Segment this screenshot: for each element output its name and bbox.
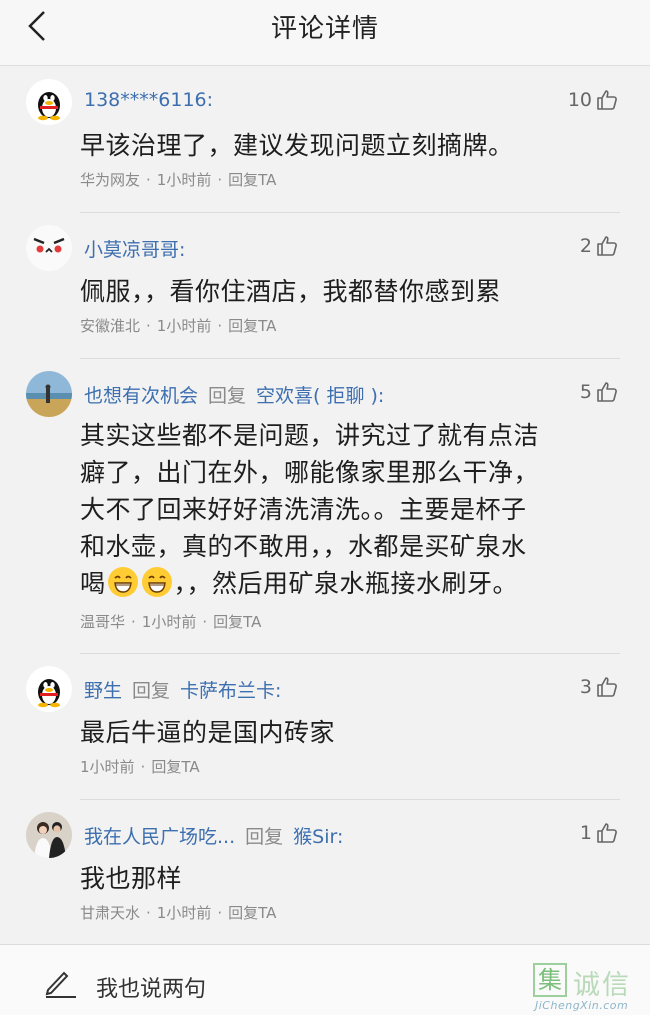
comment-text-line: 癖了，出门在外，哪能像家里那么干净， bbox=[80, 458, 540, 487]
comment-item: 小莫凉哥哥: 2 佩服，，看你住酒店，我都替你感到累 安徽淮北 · 1小时前 · 回复T… bbox=[0, 213, 650, 359]
comment-header: 也想有次机会 回复 空欢喜( 拒聊 ): bbox=[84, 381, 384, 408]
comment-text: 佩服，，看你住酒店，我都替你感到累 bbox=[80, 277, 502, 306]
timestamp: 1小时前 bbox=[156, 904, 212, 922]
like-count: 5 bbox=[579, 381, 592, 403]
reply-ta-link[interactable]: 回复TA bbox=[228, 317, 276, 335]
like-button[interactable]: 2 bbox=[580, 235, 618, 257]
like-button[interactable]: 10 bbox=[568, 89, 618, 111]
watermark-text: 诚信 bbox=[573, 970, 631, 1001]
like-button[interactable]: 1 bbox=[580, 822, 618, 844]
comment-text: 最后牛逼的是国内砖家 bbox=[80, 718, 336, 747]
reply-ta-link[interactable]: 回复TA bbox=[151, 758, 199, 776]
like-count: 3 bbox=[579, 676, 592, 698]
beach-photo-icon bbox=[26, 371, 72, 417]
reply-ta-link[interactable]: 回复TA bbox=[213, 613, 261, 631]
comment-item: 野生 回复 卡萨布兰卡: 3 最后牛逼的是国内砖家 1小时前 · 回复TA bbox=[0, 654, 650, 800]
couple-photo-icon bbox=[26, 812, 72, 858]
bottom-bar: 我也说两句 集 诚信 JiChengXin.com bbox=[0, 944, 650, 1015]
like-button[interactable]: 5 bbox=[580, 381, 618, 403]
page-title: 评论详情 bbox=[270, 14, 379, 44]
reply-ta-link[interactable]: 回复TA bbox=[228, 171, 276, 189]
author-name[interactable]: 我在人民广场吃... bbox=[84, 826, 235, 848]
laughing-emoji-icon bbox=[141, 567, 172, 597]
comment-text: 我也那样 bbox=[80, 864, 183, 893]
reply-target-name[interactable]: 卡萨布兰卡: bbox=[180, 680, 281, 702]
avatar[interactable] bbox=[26, 79, 72, 125]
thumbs-up-icon bbox=[597, 236, 617, 256]
comment-header: 我在人民广场吃... 回复 猴Sir: bbox=[84, 822, 343, 849]
comment-meta: 1小时前 · 回复TA bbox=[80, 758, 200, 776]
comment-meta: 华为网友 · 1小时前 · 回复TA bbox=[80, 171, 277, 189]
site-watermark: 集 诚信 JiChengXin.com bbox=[533, 963, 645, 1013]
reply-label: 回复 bbox=[245, 826, 284, 848]
location: 华为网友 bbox=[80, 171, 141, 189]
like-button[interactable]: 3 bbox=[580, 676, 618, 698]
comment-text: 其实这些都不是问题，讲究过了就有点洁 癖了，出门在外，哪能像家里那么干净， 大不… bbox=[80, 417, 620, 602]
like-count: 10 bbox=[567, 89, 592, 111]
comment-text-line: 其实这些都不是问题，讲究过了就有点洁 bbox=[80, 421, 540, 450]
reply-target-name[interactable]: 猴Sir: bbox=[293, 826, 343, 848]
reply-target-name[interactable]: 空欢喜( 拒聊 ): bbox=[256, 385, 384, 407]
reply-label: 回复 bbox=[132, 680, 171, 702]
watermark-logo: 集 bbox=[533, 963, 567, 997]
comment-header: 138****6116: bbox=[84, 89, 213, 111]
thumbs-up-icon bbox=[597, 90, 617, 110]
author-name[interactable]: 也想有次机会 bbox=[84, 385, 198, 407]
timestamp: 1小时前 bbox=[156, 171, 212, 189]
location: 温哥华 bbox=[80, 613, 126, 631]
timestamp: 1小时前 bbox=[156, 317, 212, 335]
comment-meta: 安徽淮北 · 1小时前 · 回复TA bbox=[80, 317, 277, 335]
watermark-url: JiChengXin.com bbox=[535, 999, 629, 1012]
timestamp: 1小时前 bbox=[80, 758, 135, 776]
comment-text-fragment: ，，然后用矿泉水瓶接水刷牙。 bbox=[173, 569, 519, 598]
pen-icon bbox=[45, 971, 76, 998]
avatar[interactable] bbox=[26, 225, 72, 271]
like-count: 2 bbox=[579, 235, 592, 257]
author-name[interactable]: 野生 bbox=[84, 680, 122, 702]
comment-header: 小莫凉哥哥: bbox=[84, 235, 185, 262]
comment-item: 也想有次机会 回复 空欢喜( 拒聊 ): 5 其实这些都不是问题，讲究过了就有点洁 … bbox=[0, 359, 650, 654]
author-name[interactable]: 138****6116: bbox=[84, 89, 213, 111]
avatar[interactable] bbox=[26, 812, 72, 858]
avatar[interactable] bbox=[26, 371, 72, 417]
comment-text-fragment: 喝 bbox=[80, 569, 106, 598]
thumbs-up-icon bbox=[597, 677, 617, 697]
timestamp: 1小时前 bbox=[141, 613, 197, 631]
comment-input[interactable]: 我也说两句 bbox=[96, 971, 206, 1003]
comment-item: 我在人民广场吃... 回复 猴Sir: 1 我也那样 甘肃天水 · 1小时前 · 回复TA bbox=[0, 800, 650, 946]
reply-ta-link[interactable]: 回复TA bbox=[228, 904, 276, 922]
top-bar: 评论详情 bbox=[0, 0, 650, 66]
thumbs-up-icon bbox=[597, 823, 617, 843]
cartoon-face-icon bbox=[33, 237, 65, 253]
laughing-emoji-icon bbox=[107, 567, 138, 597]
comment-text: 早该治理了，建议发现问题立刻摘牌。 bbox=[80, 131, 514, 160]
location: 甘肃天水 bbox=[80, 904, 141, 922]
qq-penguin-icon bbox=[38, 679, 60, 708]
avatar[interactable] bbox=[26, 666, 72, 712]
comment-text-line: 喝 ，，然后用矿泉水瓶接水刷牙。 bbox=[80, 565, 620, 602]
like-count: 1 bbox=[579, 822, 592, 844]
comment-text-line: 大不了回来好好清洗清洗。。主要是杯子 bbox=[80, 495, 527, 524]
author-name[interactable]: 小莫凉哥哥: bbox=[84, 239, 185, 261]
comment-meta: 甘肃天水 · 1小时前 · 回复TA bbox=[80, 904, 277, 922]
thumbs-up-icon bbox=[597, 382, 617, 402]
comment-text-line: 和水壶，真的不敢用，，水都是买矿泉水 bbox=[80, 532, 527, 561]
location: 安徽淮北 bbox=[80, 317, 141, 335]
comment-meta: 温哥华 · 1小时前 · 回复TA bbox=[80, 613, 262, 631]
qq-penguin-icon bbox=[38, 92, 60, 121]
reply-label: 回复 bbox=[208, 385, 247, 407]
comment-header: 野生 回复 卡萨布兰卡: bbox=[84, 676, 281, 703]
comment-list: 138****6116: 10 早该治理了，建议发现问题立刻摘牌。 华为网友 · 1… bbox=[0, 67, 650, 946]
comment-item: 138****6116: 10 早该治理了，建议发现问题立刻摘牌。 华为网友 · 1… bbox=[0, 67, 650, 213]
